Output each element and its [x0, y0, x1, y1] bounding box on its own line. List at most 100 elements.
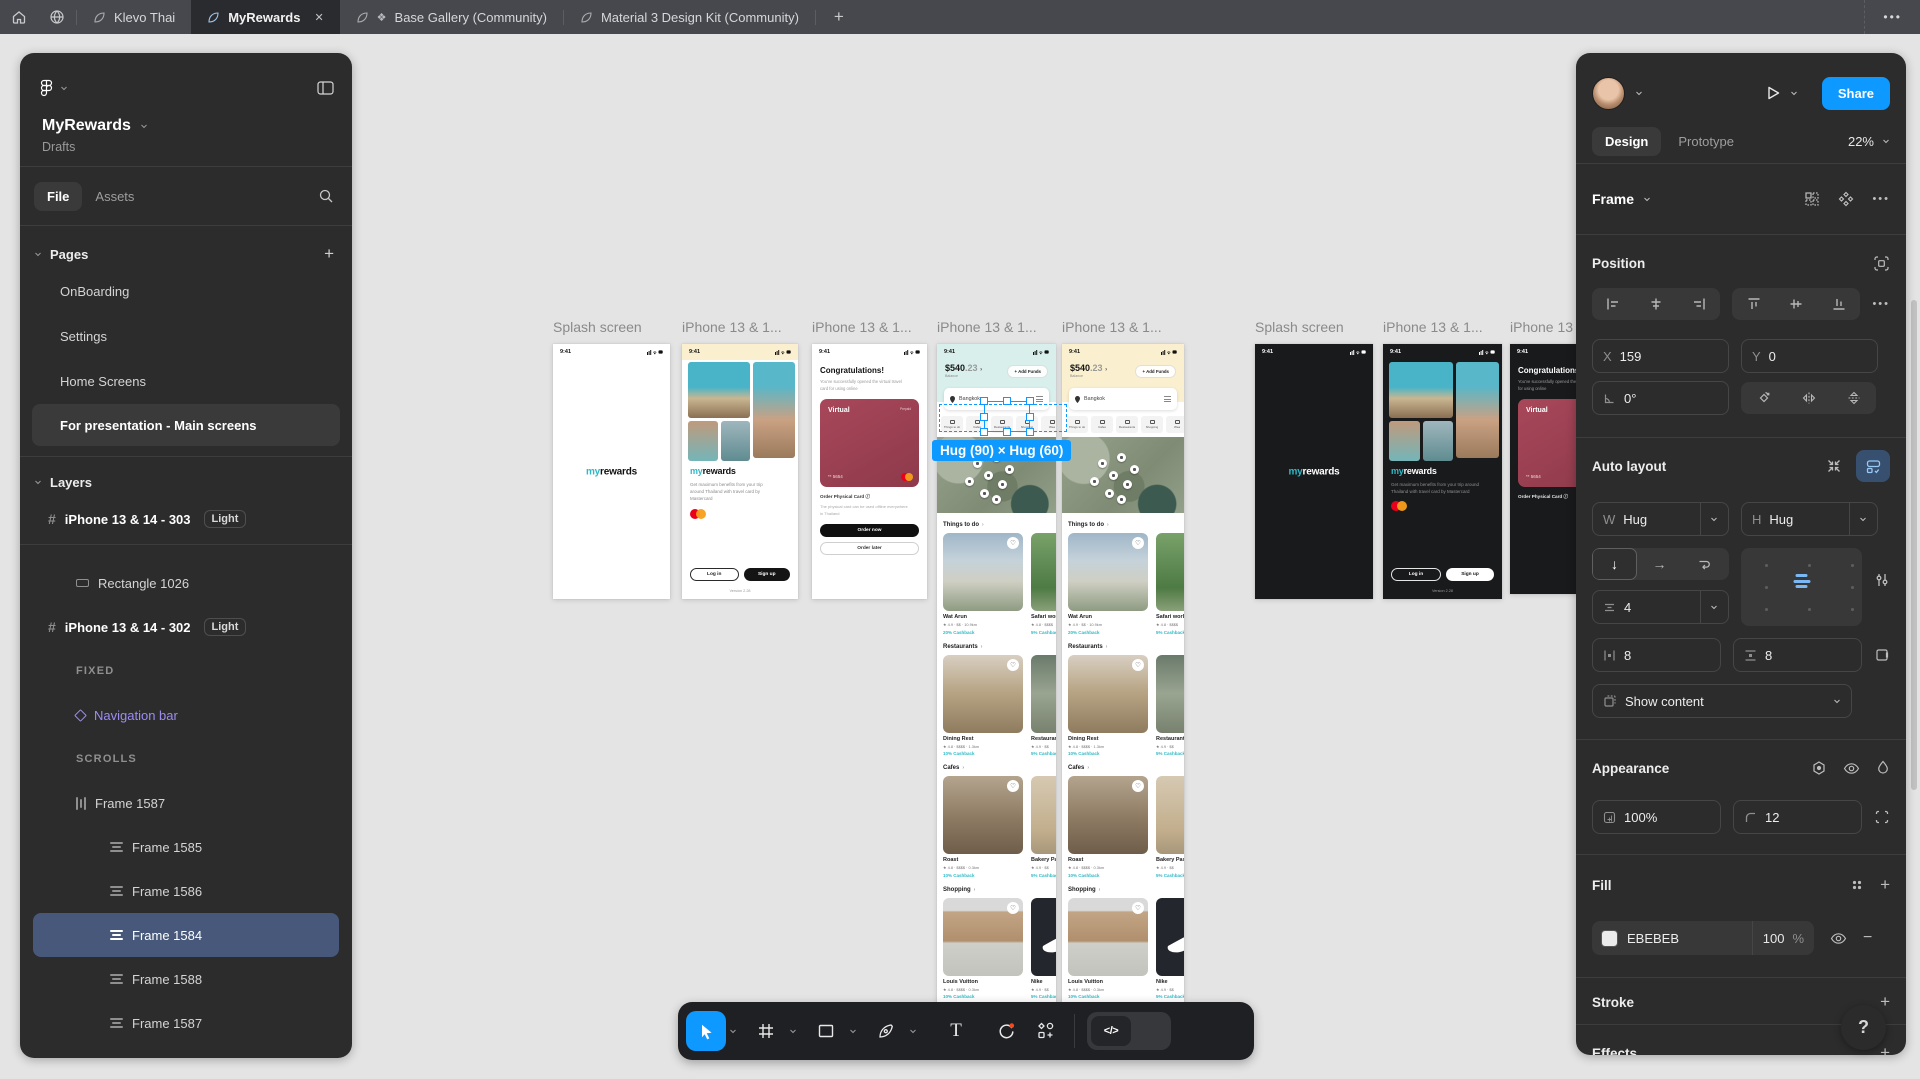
fill-color-row[interactable]: EBEBEB 100 %	[1592, 921, 1814, 955]
layout-settings-button[interactable]	[1874, 572, 1890, 588]
frame-label-splash-light[interactable]: Splash screen	[553, 319, 642, 335]
fill-swatch[interactable]	[1601, 930, 1618, 947]
resize-handle-s[interactable]	[1003, 428, 1011, 436]
x-position-input[interactable]: X 159	[1592, 339, 1729, 373]
layer-frame-1584-selected[interactable]: Frame 1584	[33, 913, 339, 957]
tab-material-3-design-kit[interactable]: Material 3 Design Kit (Community)	[564, 0, 815, 34]
corner-radius-input[interactable]: 12	[1733, 800, 1862, 834]
selection-type[interactable]: Frame	[1592, 191, 1634, 207]
window-overflow-menu[interactable]: •••	[1864, 0, 1920, 34]
chevron-down-icon[interactable]	[1790, 89, 1798, 97]
search-button[interactable]	[318, 188, 334, 204]
new-tab-button[interactable]: +	[816, 0, 862, 34]
direction-vertical-button[interactable]: ↓	[1592, 548, 1637, 580]
align-right-button[interactable]	[1677, 288, 1720, 320]
pen-tool-menu[interactable]	[906, 1027, 920, 1035]
apply-style-button[interactable]	[1811, 760, 1827, 776]
dev-mode-toggle[interactable]: </>	[1087, 1012, 1171, 1050]
gap-input[interactable]: 4	[1592, 590, 1729, 624]
layer-frame-1586[interactable]: Frame 1586	[20, 869, 352, 913]
present-button[interactable]	[1764, 84, 1782, 102]
canvas-vertical-scrollbar[interactable]	[1911, 300, 1917, 790]
vertical-padding-input[interactable]: 8	[1733, 638, 1862, 672]
pen-tool[interactable]	[866, 1011, 906, 1051]
add-stroke-button[interactable]: +	[1880, 992, 1890, 1012]
fill-hex[interactable]: EBEBEB	[1627, 931, 1752, 946]
clip-content-dropdown[interactable]: Show content	[1592, 684, 1852, 718]
add-fill-button[interactable]: +	[1880, 875, 1890, 895]
home-button[interactable]	[0, 0, 38, 34]
width-input[interactable]: W Hug	[1592, 502, 1729, 536]
actions-tool[interactable]	[1026, 1011, 1066, 1051]
direction-wrap-button[interactable]	[1682, 548, 1727, 580]
frame-home-yellow[interactable]: 9:41 $540.23 › Balance + Add Funds Bangk…	[1062, 344, 1184, 1026]
resize-handle-w[interactable]	[980, 413, 988, 421]
blend-mode-button[interactable]	[1876, 760, 1890, 776]
avatar[interactable]	[1592, 77, 1625, 110]
tab-myrewards[interactable]: MyRewards ✕	[191, 0, 339, 34]
move-tool[interactable]	[686, 1011, 726, 1051]
alignment-pad[interactable]	[1741, 548, 1862, 626]
page-item-for-presentation[interactable]: For presentation - Main screens	[32, 404, 340, 446]
width-dropdown[interactable]	[1700, 503, 1718, 535]
frame-to-selection-button[interactable]	[1873, 255, 1890, 272]
close-tab-icon[interactable]: ✕	[314, 11, 323, 24]
resize-handle-ne[interactable]	[1026, 397, 1034, 405]
flip-vertical-button[interactable]	[1831, 382, 1876, 414]
frame-onboarding-dark[interactable]: 9:41 myrewards Get maximum benefits from…	[1383, 344, 1502, 599]
opacity-input[interactable]: 100%	[1592, 800, 1721, 834]
shape-tool[interactable]	[806, 1011, 846, 1051]
layer-iphone-302[interactable]: # iPhone 13 & 14 - 302 Light	[20, 605, 352, 649]
rotation-input[interactable]: 0°	[1592, 381, 1729, 415]
frame-splash-dark[interactable]: 9:41 myrewards	[1255, 344, 1373, 599]
rotate-button[interactable]	[1741, 382, 1786, 414]
add-page-button[interactable]: +	[324, 244, 334, 264]
shrink-to-fit-button[interactable]	[1826, 458, 1842, 474]
align-bottom-button[interactable]	[1818, 288, 1861, 320]
page-item-settings[interactable]: Settings	[20, 314, 352, 359]
tab-klevo-thai[interactable]: Klevo Thai	[77, 0, 191, 34]
layer-frame-1587-b[interactable]: Frame 1587	[20, 1001, 352, 1045]
remove-fill-button[interactable]: −	[1863, 929, 1872, 947]
layout-grid-button[interactable]	[1804, 191, 1820, 207]
frame-tool[interactable]	[746, 1011, 786, 1051]
shape-tool-menu[interactable]	[846, 1027, 860, 1035]
file-name[interactable]: MyRewards	[42, 117, 352, 135]
layer-frame-1588[interactable]: Frame 1588	[20, 957, 352, 1001]
resize-handle-nw[interactable]	[980, 397, 988, 405]
collapse-sidebar-button[interactable]	[317, 81, 334, 95]
direction-horizontal-button[interactable]: →	[1637, 548, 1682, 580]
frame-label-onboarding-dark[interactable]: iPhone 13 & 1...	[1383, 319, 1483, 335]
tab-design[interactable]: Design	[1592, 127, 1661, 156]
zoom-menu[interactable]: 22%	[1848, 134, 1890, 149]
move-tool-menu[interactable]	[726, 1027, 740, 1035]
share-button[interactable]: Share	[1822, 77, 1890, 110]
horizontal-padding-input[interactable]: 8	[1592, 638, 1721, 672]
individual-padding-button[interactable]	[1874, 647, 1890, 663]
frame-label-congrats-light[interactable]: iPhone 13 & 1...	[812, 319, 912, 335]
visibility-button[interactable]	[1843, 762, 1860, 775]
text-tool[interactable]: T	[936, 1011, 976, 1051]
align-v-center-button[interactable]	[1775, 288, 1818, 320]
resize-handle-sw[interactable]	[980, 428, 988, 436]
flip-horizontal-button[interactable]	[1786, 382, 1831, 414]
layer-frame-1587[interactable]: Frame 1587	[20, 781, 352, 825]
frame-label-home-yellow[interactable]: iPhone 13 & 1...	[1062, 319, 1162, 335]
tab-file[interactable]: File	[34, 182, 82, 211]
frame-label-onboarding-light[interactable]: iPhone 13 & 1...	[682, 319, 782, 335]
tab-prototype[interactable]: Prototype	[1665, 127, 1747, 156]
fill-styles-button[interactable]	[1850, 878, 1864, 892]
frame-label-splash-dark[interactable]: Splash screen	[1255, 319, 1344, 335]
y-position-input[interactable]: Y 0	[1741, 339, 1878, 373]
add-effect-button[interactable]: +	[1880, 1043, 1890, 1055]
chevron-down-icon[interactable]	[1643, 195, 1651, 203]
height-input[interactable]: H Hug	[1741, 502, 1878, 536]
fill-visibility-button[interactable]	[1830, 932, 1847, 945]
tab-assets[interactable]: Assets	[82, 182, 147, 211]
align-top-button[interactable]	[1732, 288, 1775, 320]
align-h-center-button[interactable]	[1635, 288, 1678, 320]
align-left-button[interactable]	[1592, 288, 1635, 320]
community-button[interactable]	[38, 0, 76, 34]
layers-section-header[interactable]: Layers	[20, 467, 352, 497]
frame-congrats-light[interactable]: 9:41 Congratulations! You've successfull…	[812, 344, 927, 599]
